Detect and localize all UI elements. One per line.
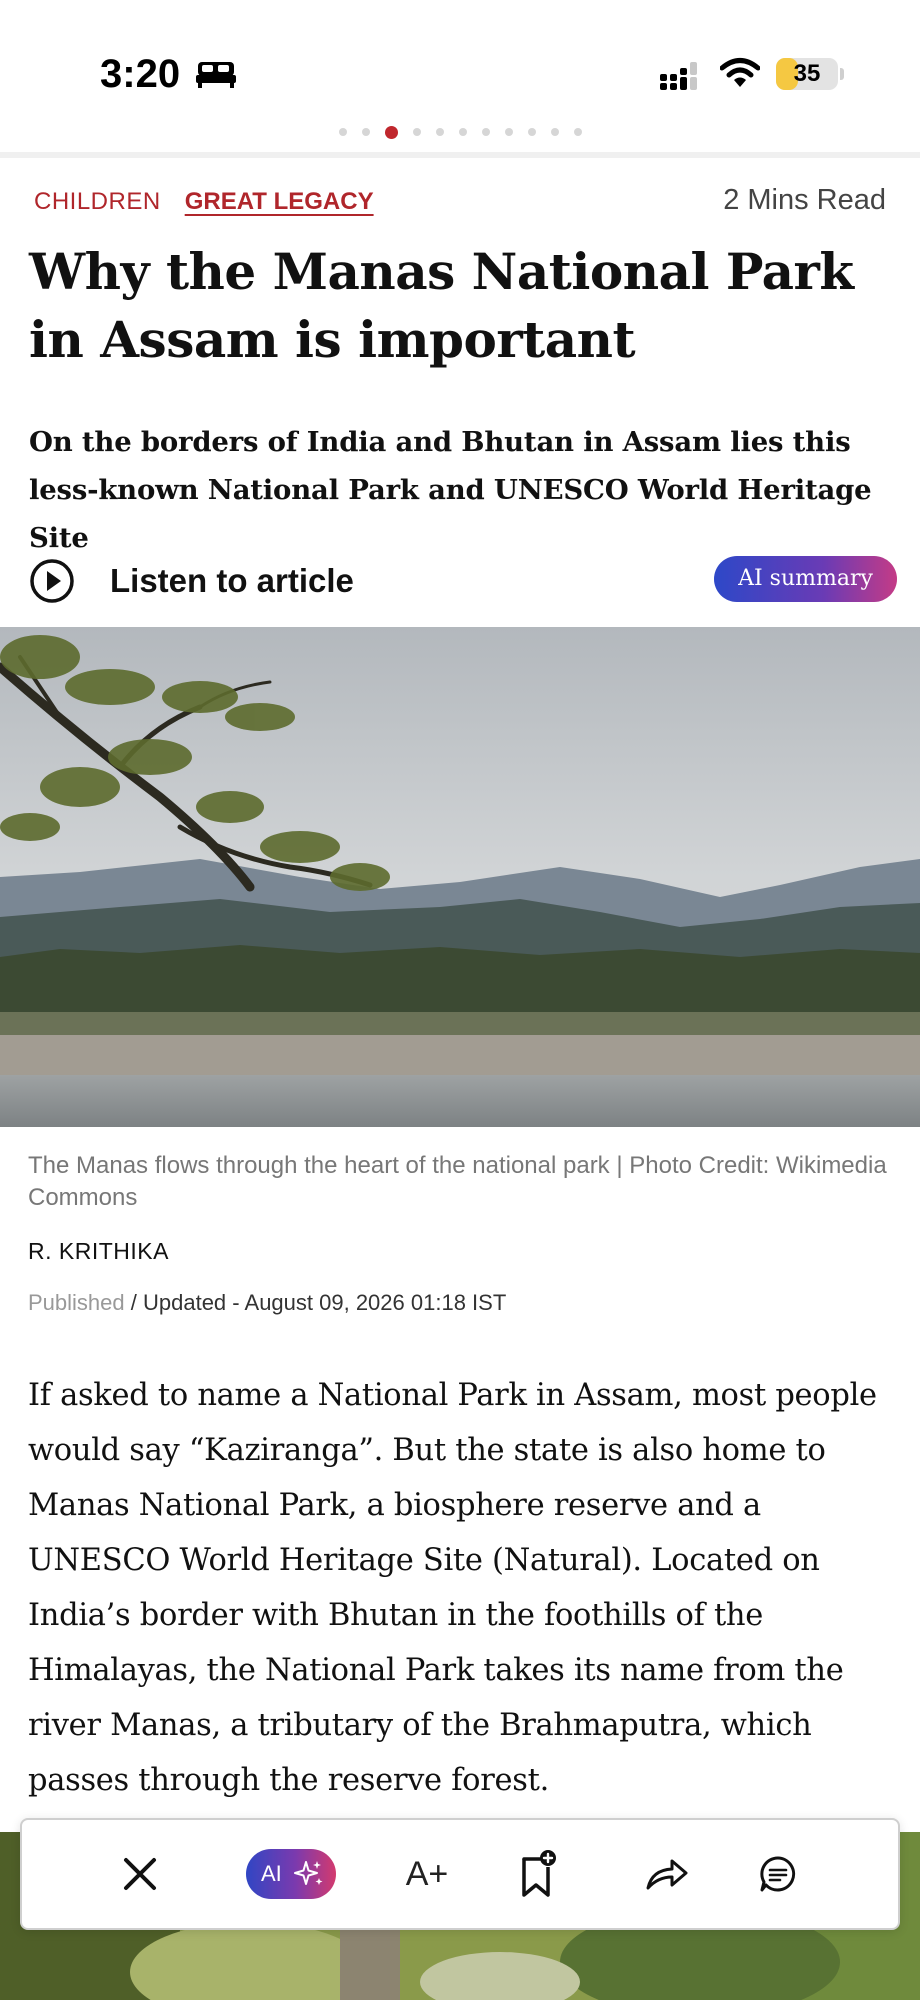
share-icon [646,1859,688,1890]
article-action-toolbar: AI A+ [20,1818,900,1930]
bookmark-button[interactable] [508,1820,568,1928]
listen-to-article-button[interactable]: Listen to article [110,562,354,600]
pager-dot[interactable] [361,128,370,136]
battery-icon: 35 [776,58,838,90]
article-body-paragraph: If asked to name a National Park in Assa… [28,1378,877,1798]
pager-dot[interactable] [412,128,421,136]
close-button[interactable] [110,1820,170,1928]
status-bar: 3:20 35 [0,0,920,120]
wifi-icon [720,58,760,87]
image-caption: The Manas flows through the heart of the… [28,1152,887,1211]
status-time: 3:20 [100,52,181,96]
publish-date: - August 09, 2026 01:18 IST [232,1290,507,1315]
ai-summary-button[interactable]: AI summary [714,556,897,602]
comment-icon [760,1856,796,1892]
pager-dot[interactable] [527,128,536,136]
published-label: Published [28,1290,125,1315]
pager-dot[interactable] [481,128,490,136]
pager-dot[interactable] [338,128,347,136]
landscape-photo [0,627,920,1127]
subsection-tag-link[interactable]: GREAT LEGACY [185,188,374,216]
pager-dot[interactable] [435,128,444,136]
sparkle-icon [294,1861,323,1885]
pager-dot-active[interactable] [384,125,398,139]
divider [0,152,920,158]
close-icon [124,1858,156,1890]
pager-dot[interactable] [458,128,467,136]
hero-image [0,627,920,1127]
battery-percentage: 35 [793,60,821,87]
bookmark-add-icon [522,1850,556,1897]
article-pager-dots[interactable] [0,124,920,140]
pager-dot[interactable] [504,128,513,136]
listen-row: Listen to article AI summary [0,552,920,608]
read-time: 2 Mins Read [723,184,886,216]
share-button[interactable] [632,1820,702,1928]
font-size-button[interactable]: A+ [392,1820,462,1928]
bed-icon [196,62,236,88]
battery-terminal [840,68,844,80]
section-tag[interactable]: CHILDREN [34,188,161,216]
article-tags: CHILDREN GREAT LEGACY [34,188,374,216]
cellular-signal-icon [660,62,697,90]
publish-dates: Published / Updated - August 09, 2026 01… [28,1290,506,1316]
pager-dot[interactable] [550,128,559,136]
article-headline: Why the Manas National Park in Assam is … [29,242,854,369]
ai-assistant-button[interactable]: AI [246,1820,336,1928]
ai-label: AI [261,1861,282,1886]
updated-label: / Updated [130,1290,227,1315]
article-standfirst: On the borders of India and Bhutan in As… [29,426,872,554]
ai-pill: AI [246,1849,336,1899]
comments-button[interactable] [748,1820,808,1928]
play-circle-icon[interactable] [29,558,75,604]
author-byline[interactable]: R. KRITHIKA [28,1238,169,1265]
pager-dot[interactable] [573,128,582,136]
